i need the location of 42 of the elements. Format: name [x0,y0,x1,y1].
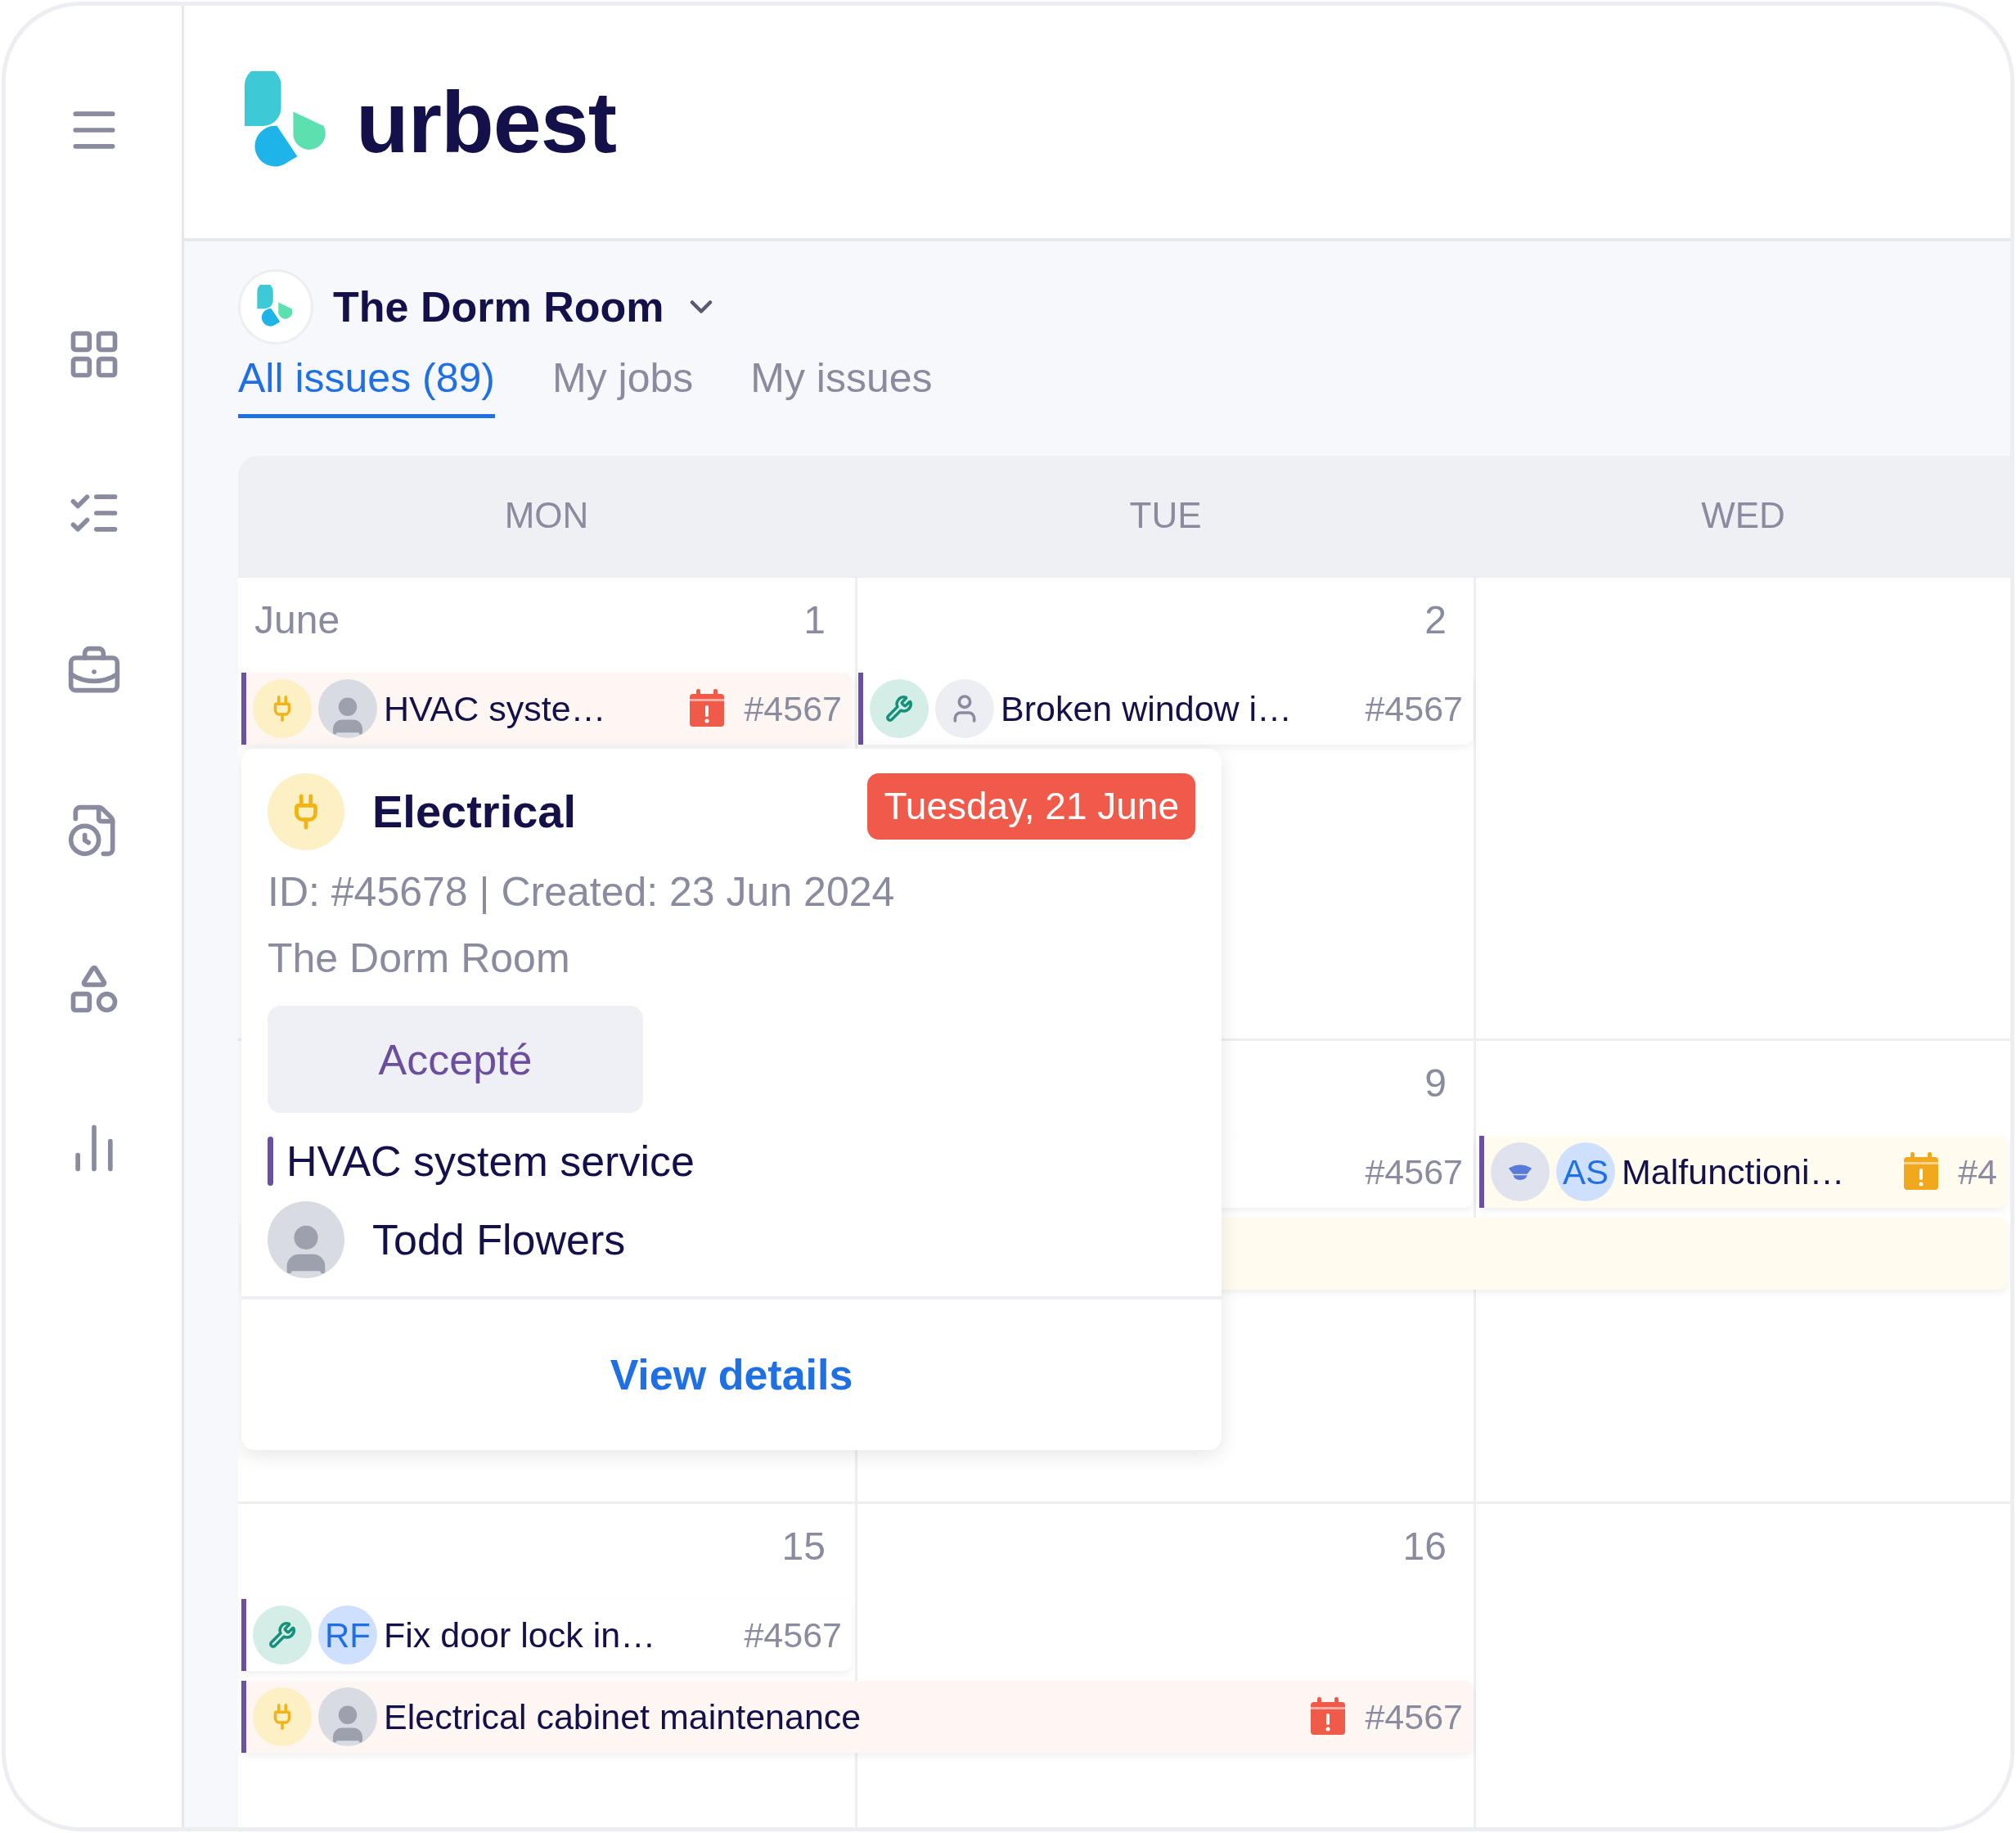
status-pill: Accepté [268,1006,643,1113]
event-bar[interactable]: Broken window i… #4567 [858,673,1473,745]
calendar-alert-icon [1902,1152,1941,1191]
event-id: #4567 [744,1614,842,1656]
initials-avatar: RF [318,1606,377,1664]
weekday-header: MON [504,494,589,537]
event-title: Electrical cabinet maintenance [384,1696,862,1738]
workspace-name[interactable]: The Dorm Room [333,275,664,339]
date-number: 2 [1424,597,1447,643]
tab[interactable]: All issues (89) [238,348,495,418]
event-title: Malfunctioni… [1622,1151,1845,1193]
event-title: Fix door lock in… [384,1614,656,1656]
weekday-header: WED [1701,494,1785,537]
due-date-badge: Tuesday, 21 June [867,773,1195,840]
accent-bar [268,1137,273,1186]
event-title: Broken window i… [1001,687,1293,730]
logo-wordmark: urbest [356,72,616,172]
date-number: 9 [1424,1061,1447,1106]
event-title: HVAC syste… [384,687,606,730]
initials-avatar: AS [1556,1142,1615,1201]
issue-location: The Dorm Room [268,935,571,983]
calendar-alert-icon [1309,1697,1348,1736]
weekday-header: TUE [1129,494,1202,537]
issue-title: HVAC system service [286,1137,695,1187]
event-bar[interactable]: RF Fix door lock in… #4567 [241,1599,852,1671]
date-number: 1 [803,597,826,643]
event-bar[interactable]: Electrical cabinet maintenance #4567 [241,1681,1473,1753]
issue-meta: ID: #45678 | Created: 23 Jun 2024 [268,868,896,916]
month-label: June [254,597,340,643]
assignee-name: Todd Flowers [372,1215,626,1265]
event-id: #4567 [1365,1696,1463,1738]
event-bar[interactable]: HVAC syste… #4567 [241,673,852,745]
calendar-alert-icon [688,689,727,728]
view-details-link[interactable]: View details [610,1343,853,1407]
event-id: #4 [1958,1151,1997,1193]
event-id: #4567 [744,687,842,730]
date-number: 15 [781,1524,826,1570]
event-bar[interactable]: AS Malfunctioni… #4 [1479,1136,2007,1208]
popup-title: Electrical [372,785,577,839]
event-id: #4567 [1365,687,1463,730]
date-number: 16 [1402,1524,1447,1570]
event-id: #4567 [1365,1151,1463,1193]
